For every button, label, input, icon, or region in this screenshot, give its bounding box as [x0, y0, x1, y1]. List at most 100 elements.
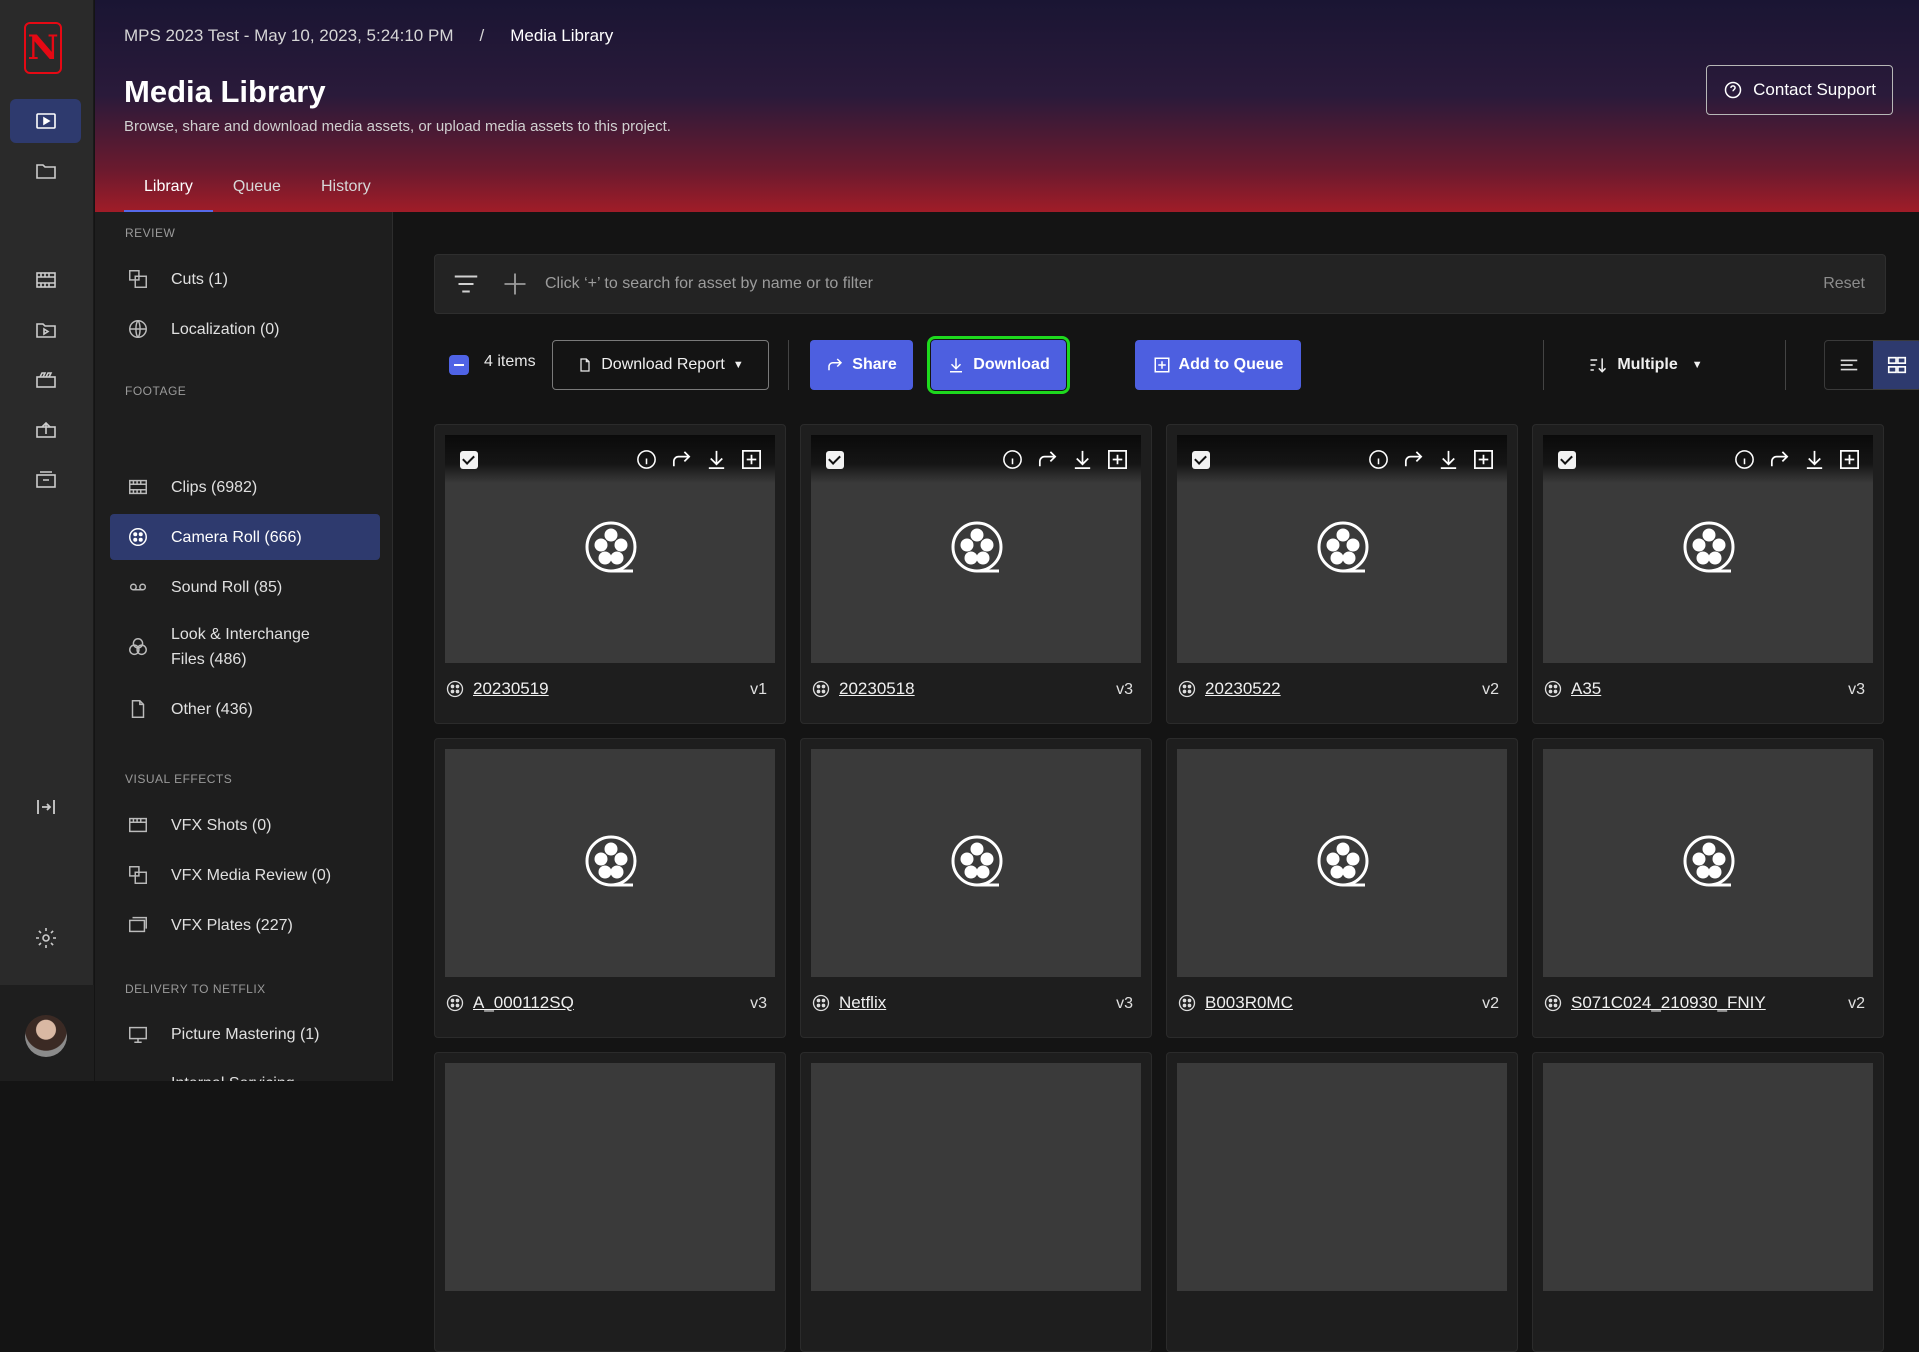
download-report-button[interactable]: Download Report ▼: [552, 340, 769, 390]
asset-thumbnail[interactable]: [445, 749, 775, 977]
share-button[interactable]: Share: [810, 340, 913, 390]
add-filter-icon[interactable]: [501, 270, 529, 298]
breadcrumb-project[interactable]: MPS 2023 Test - May 10, 2023, 5:24:10 PM: [124, 26, 453, 46]
filter-icon[interactable]: [451, 269, 481, 299]
select-all-checkbox[interactable]: [449, 355, 469, 375]
asset-version: v2: [1482, 995, 1499, 1012]
search-placeholder[interactable]: Click ‘+’ to search for asset by name or…: [545, 275, 873, 293]
sidebar-item-vfx-shots[interactable]: VFX Shots (0): [110, 802, 380, 848]
asset-name-link[interactable]: Netflix: [811, 993, 886, 1013]
settings-icon[interactable]: [10, 916, 81, 960]
asset-card[interactable]: B003R0MC v2: [1166, 738, 1518, 1038]
asset-card[interactable]: 20230519 v1: [434, 424, 786, 724]
reel-icon: [1178, 680, 1196, 698]
asset-card[interactable]: 20230522 v2: [1166, 424, 1518, 724]
asset-card[interactable]: [1166, 1052, 1518, 1352]
asset-checkbox[interactable]: [1192, 451, 1210, 469]
sidebar-item-vfx-plates[interactable]: VFX Plates (227): [110, 902, 380, 948]
tab-queue[interactable]: Queue: [213, 170, 301, 214]
asset-card[interactable]: [1532, 1052, 1884, 1352]
asset-thumbnail[interactable]: [1543, 749, 1873, 977]
add-to-queue-icon[interactable]: [740, 448, 763, 471]
asset-card[interactable]: A35 v3: [1532, 424, 1884, 724]
tab-library[interactable]: Library: [124, 170, 213, 214]
folder-icon[interactable]: [10, 149, 81, 193]
add-to-queue-icon[interactable]: [1472, 448, 1495, 471]
delivery-icon[interactable]: [10, 458, 81, 502]
asset-checkbox[interactable]: [460, 451, 478, 469]
asset-name-link[interactable]: A35: [1543, 679, 1601, 699]
sidebar-item-vfx-media-review[interactable]: VFX Media Review (0): [110, 852, 380, 898]
info-icon[interactable]: [1367, 448, 1390, 471]
add-to-queue-icon[interactable]: [1838, 448, 1861, 471]
asset-name-link[interactable]: B003R0MC: [1177, 993, 1293, 1013]
tab-history[interactable]: History: [301, 170, 391, 214]
clips-icon[interactable]: [10, 258, 81, 302]
sidebar-item-other[interactable]: Other (436): [110, 686, 380, 732]
asset-thumbnail[interactable]: [445, 1063, 775, 1291]
asset-checkbox[interactable]: [1558, 451, 1576, 469]
add-to-queue-icon[interactable]: [1106, 448, 1129, 471]
collapse-rail-icon[interactable]: [10, 785, 81, 829]
asset-name-link[interactable]: S071C024_210930_FNIY: [1543, 993, 1766, 1013]
asset-thumbnail[interactable]: [445, 435, 775, 663]
info-icon[interactable]: [1001, 448, 1024, 471]
upload-icon[interactable]: [10, 408, 81, 452]
camera-roll-icon[interactable]: [10, 308, 81, 352]
vfx-icon[interactable]: [10, 358, 81, 402]
asset-thumbnail[interactable]: [1177, 435, 1507, 663]
share-icon[interactable]: [1768, 448, 1791, 471]
search-bar[interactable]: Click ‘+’ to search for asset by name or…: [434, 254, 1886, 314]
reel-icon: [812, 680, 830, 698]
asset-name-link[interactable]: 20230518: [811, 679, 915, 699]
reset-button[interactable]: Reset: [1823, 275, 1865, 293]
sidebar-item-internal-servicing[interactable]: Internal Servicing: [110, 1060, 380, 1082]
info-icon[interactable]: [1733, 448, 1756, 471]
asset-name-link[interactable]: A_000112SQ: [445, 993, 574, 1013]
asset-thumbnail[interactable]: [811, 749, 1141, 977]
asset-checkbox[interactable]: [826, 451, 844, 469]
asset-thumbnail[interactable]: [811, 435, 1141, 663]
sidebar-item-localization[interactable]: Localization (0): [110, 306, 380, 352]
info-icon[interactable]: [635, 448, 658, 471]
sidebar-item-label: Look & Interchange Files (486): [171, 626, 310, 668]
sidebar-item-camera-roll[interactable]: Camera Roll (666): [110, 514, 380, 560]
sidebar-item-clips[interactable]: Clips (6982): [110, 464, 380, 510]
contact-support-button[interactable]: Contact Support: [1706, 65, 1893, 115]
netflix-logo[interactable]: N: [24, 22, 62, 74]
download-button[interactable]: Download: [927, 336, 1070, 394]
thumbnail-action-bar: [811, 435, 1141, 483]
asset-name-link[interactable]: 20230519: [445, 679, 549, 699]
add-to-queue-button[interactable]: Add to Queue: [1135, 340, 1301, 390]
share-icon[interactable]: [1402, 448, 1425, 471]
sidebar-item-sound-roll[interactable]: Sound Roll (85): [110, 564, 380, 610]
clips-icon: [129, 479, 147, 495]
asset-card[interactable]: Netflix v3: [800, 738, 1152, 1038]
share-icon[interactable]: [1036, 448, 1059, 471]
download-icon[interactable]: [1803, 448, 1826, 471]
asset-thumbnail[interactable]: [811, 1063, 1141, 1291]
media-library-icon[interactable]: [10, 99, 81, 143]
asset-thumbnail[interactable]: [1543, 435, 1873, 663]
sidebar-item-look-interchange[interactable]: Look & Interchange Files (486): [110, 614, 380, 680]
user-avatar[interactable]: [25, 1015, 67, 1057]
download-icon[interactable]: [1437, 448, 1460, 471]
sidebar-item-label: Localization (0): [171, 320, 280, 338]
asset-card[interactable]: A_000112SQ v3: [434, 738, 786, 1038]
asset-card[interactable]: S071C024_210930_FNIY v2: [1532, 738, 1884, 1038]
asset-thumbnail[interactable]: [1177, 749, 1507, 977]
share-icon[interactable]: [670, 448, 693, 471]
sidebar-item-cuts[interactable]: Cuts (1): [110, 256, 380, 302]
asset-thumbnail[interactable]: [1543, 1063, 1873, 1291]
asset-card[interactable]: [434, 1052, 786, 1352]
list-view-button[interactable]: [1825, 341, 1873, 389]
asset-thumbnail[interactable]: [1177, 1063, 1507, 1291]
download-icon[interactable]: [705, 448, 728, 471]
sort-select[interactable]: Multiple ▼: [1558, 340, 1732, 390]
sidebar-item-picture-mastering[interactable]: Picture Mastering (1): [110, 1011, 380, 1057]
grid-view-button[interactable]: [1873, 341, 1919, 389]
asset-card[interactable]: 20230518 v3: [800, 424, 1152, 724]
download-icon[interactable]: [1071, 448, 1094, 471]
asset-name-link[interactable]: 20230522: [1177, 679, 1281, 699]
asset-card[interactable]: [800, 1052, 1152, 1352]
